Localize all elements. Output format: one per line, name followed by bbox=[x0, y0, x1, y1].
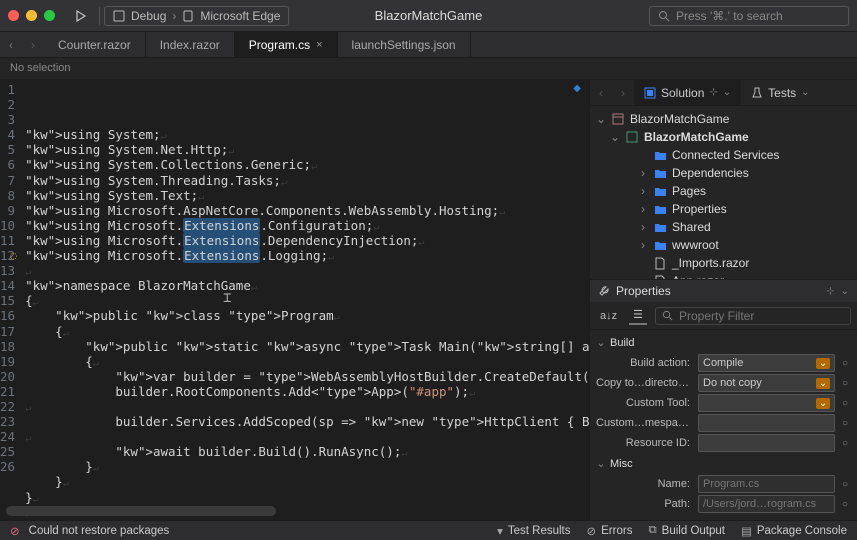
wrench-icon bbox=[598, 285, 610, 297]
sort-category-button[interactable]: ☰ bbox=[629, 306, 647, 325]
tree-item[interactable]: Connected Services bbox=[590, 146, 857, 164]
property-indicator[interactable]: ○ bbox=[839, 438, 851, 449]
side-nav-forward[interactable]: › bbox=[612, 80, 634, 105]
status-item[interactable]: ⧉Build Output bbox=[648, 524, 725, 538]
config-selector[interactable]: Debug › Microsoft Edge bbox=[104, 6, 289, 26]
tree-item[interactable]: ›Dependencies bbox=[590, 164, 857, 182]
editor-tab[interactable]: Program.cs× bbox=[235, 32, 338, 57]
property-row: Build action:Compile○ bbox=[596, 353, 851, 373]
property-value[interactable]: Compile bbox=[698, 354, 835, 372]
minimize-window[interactable] bbox=[26, 10, 37, 21]
property-row: Path:/Users/jord…rogram.cs○ bbox=[596, 494, 851, 514]
property-indicator[interactable]: ○ bbox=[839, 378, 851, 389]
property-row: Custom Tool:○ bbox=[596, 393, 851, 413]
lightbulb-icon[interactable]: ◌ bbox=[10, 248, 17, 263]
project-icon bbox=[625, 130, 639, 144]
titlebar: Debug › Microsoft Edge BlazorMatchGame P… bbox=[0, 0, 857, 32]
property-indicator[interactable]: ○ bbox=[839, 479, 851, 490]
property-value[interactable]: Do not copy bbox=[698, 374, 835, 392]
tree-item[interactable]: ›Properties bbox=[590, 200, 857, 218]
property-row: Copy to…directory:Do not copy○ bbox=[596, 373, 851, 393]
status-bar: ⊘ Could not restore packages ▾Test Resul… bbox=[0, 520, 857, 540]
code-area[interactable]: ⌶ "kw">using System;↵"kw">using System.N… bbox=[25, 82, 589, 520]
status-item[interactable]: ⊘Errors bbox=[587, 524, 633, 538]
side-nav-back[interactable]: ‹ bbox=[590, 80, 612, 105]
close-window[interactable] bbox=[8, 10, 19, 21]
property-row: Name:Program.cs○ bbox=[596, 474, 851, 494]
solution-tree[interactable]: ⌄ BlazorMatchGame ⌄ BlazorMatchGame Conn… bbox=[590, 106, 857, 279]
property-value[interactable] bbox=[698, 394, 835, 412]
folder-icon bbox=[653, 238, 667, 252]
side-panel: ‹ › Solution ⊹ ⌄ Tests ⌄ ⌄ BlazorMatchGa… bbox=[589, 80, 857, 520]
tree-item[interactable]: ›wwwroot bbox=[590, 236, 857, 254]
property-indicator[interactable]: ○ bbox=[839, 418, 851, 429]
folder-icon bbox=[653, 166, 667, 180]
sort-alpha-button[interactable]: a↓z bbox=[596, 308, 621, 324]
code-editor[interactable]: ◆ 12345678910111213141516171819202122232… bbox=[0, 80, 589, 520]
property-group[interactable]: ⌄Build bbox=[596, 332, 851, 353]
property-value[interactable] bbox=[698, 414, 835, 432]
global-search[interactable]: Press '⌘.' to search bbox=[649, 6, 849, 26]
editor-tab[interactable]: launchSettings.json bbox=[338, 32, 471, 57]
property-indicator[interactable]: ○ bbox=[839, 358, 851, 369]
close-tab-icon[interactable]: × bbox=[316, 39, 322, 51]
target-label: Microsoft Edge bbox=[200, 9, 280, 23]
project-node[interactable]: ⌄ BlazorMatchGame bbox=[590, 128, 857, 146]
property-value[interactable]: Program.cs bbox=[698, 475, 835, 493]
flask-icon bbox=[751, 87, 763, 99]
window-controls bbox=[8, 10, 55, 21]
editor-tabstrip: ‹ › Counter.razorIndex.razorProgram.cs×l… bbox=[0, 32, 857, 58]
solution-icon bbox=[611, 112, 625, 126]
property-value[interactable]: /Users/jord…rogram.cs bbox=[698, 495, 835, 513]
file-icon bbox=[653, 256, 667, 270]
tree-item[interactable]: ›Pages bbox=[590, 182, 857, 200]
pin-icon[interactable]: ⊹ bbox=[709, 87, 717, 98]
config-label: Debug bbox=[131, 9, 166, 23]
properties-panel: Properties ⊹ ⌄ a↓z ☰ Property Filter ⌄Bu… bbox=[590, 279, 857, 520]
breadcrumb[interactable]: No selection bbox=[0, 58, 857, 80]
search-icon bbox=[658, 10, 670, 22]
tab-solution[interactable]: Solution ⊹ ⌄ bbox=[634, 80, 741, 105]
error-icon: ⊘ bbox=[10, 524, 20, 538]
tree-item[interactable]: ›Shared bbox=[590, 218, 857, 236]
folder-icon bbox=[653, 148, 667, 162]
status-item[interactable]: ▤Package Console bbox=[741, 524, 847, 538]
pin-icon[interactable]: ⊹ bbox=[826, 286, 834, 297]
horizontal-scrollbar[interactable] bbox=[6, 506, 276, 516]
status-item[interactable]: ▾Test Results bbox=[497, 524, 570, 538]
run-button[interactable] bbox=[67, 5, 95, 27]
search-icon bbox=[662, 310, 673, 321]
property-filter-input[interactable]: Property Filter bbox=[655, 307, 851, 325]
tree-item[interactable]: _Imports.razor bbox=[590, 254, 857, 272]
property-group[interactable]: ⌄Misc bbox=[596, 453, 851, 474]
folder-icon bbox=[653, 184, 667, 198]
status-error[interactable]: ⊘ Could not restore packages bbox=[10, 524, 169, 538]
property-row: Resource ID:○ bbox=[596, 433, 851, 453]
property-value[interactable] bbox=[698, 434, 835, 452]
solution-icon bbox=[644, 87, 656, 99]
line-gutter[interactable]: 1234567891011121314151617181920212223242… bbox=[0, 82, 25, 520]
editor-tab[interactable]: Counter.razor bbox=[44, 32, 146, 57]
device-icon bbox=[182, 10, 194, 22]
folder-icon bbox=[653, 220, 667, 234]
breakpoint-icon bbox=[113, 10, 125, 22]
tree-item[interactable]: App.razor bbox=[590, 272, 857, 279]
nav-forward[interactable]: › bbox=[22, 32, 44, 57]
property-indicator[interactable]: ○ bbox=[839, 499, 851, 510]
zoom-window[interactable] bbox=[44, 10, 55, 21]
solution-root[interactable]: ⌄ BlazorMatchGame bbox=[590, 110, 857, 128]
tab-tests[interactable]: Tests ⌄ bbox=[741, 80, 819, 105]
properties-title: Properties bbox=[616, 284, 671, 298]
property-row: Custom…mespace:○ bbox=[596, 413, 851, 433]
property-indicator[interactable]: ○ bbox=[839, 398, 851, 409]
editor-tab[interactable]: Index.razor bbox=[146, 32, 235, 57]
nav-back[interactable]: ‹ bbox=[0, 32, 22, 57]
search-placeholder: Press '⌘.' to search bbox=[676, 9, 783, 23]
folder-icon bbox=[653, 202, 667, 216]
